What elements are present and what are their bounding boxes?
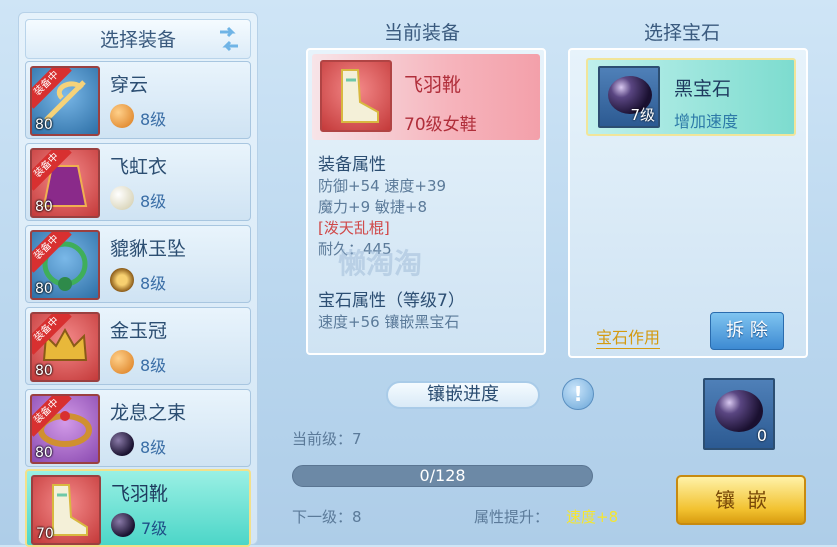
gem-name: 黑宝石	[674, 78, 732, 100]
info-icon[interactable]: !	[562, 378, 594, 410]
equipment-thumbnail: 装备中 80	[30, 148, 100, 218]
equipment-list-panel: 选择装备 装备中 80 穿云 8级 装备中 80 飞虹衣 8级 装备中 80 貔…	[18, 12, 258, 547]
equipment-name: 龙息之束	[110, 402, 187, 424]
boots-icon	[341, 69, 379, 123]
gem-slot-icon	[110, 432, 134, 456]
equipment-list-title-text: 选择装备	[99, 29, 176, 51]
black-gem-icon	[715, 390, 763, 432]
equipment-name: 穿云	[110, 74, 149, 96]
gem-slot-icon	[110, 104, 134, 128]
bonus-label: 属性提升：	[474, 508, 550, 526]
current-level-label: 当前级：7	[292, 430, 362, 448]
current-equipment-panel: 飞羽靴 70级女鞋 装备属性 防御+54 速度+39 魔力+9 敏捷+8 [泼天…	[306, 48, 546, 355]
equipment-attributes-title: 装备属性	[318, 155, 386, 175]
gem-card-level: 7级	[630, 106, 655, 124]
equipment-list-title: 选择装备	[25, 19, 251, 59]
equipment-item[interactable]: 装备中 80 龙息之束 8级	[25, 389, 251, 467]
equipment-item[interactable]: 装备中 80 飞虹衣 8级	[25, 143, 251, 221]
gem-slot-icon	[111, 513, 135, 537]
equipment-thumbnail: 装备中 80	[30, 66, 100, 136]
equipment-name: 飞羽靴	[111, 483, 169, 505]
gem-level-text: 8级	[140, 110, 167, 129]
gem-slot-icon	[110, 268, 134, 292]
inlay-progress-title: 镶嵌进度	[386, 381, 540, 409]
equipment-thumbnail: 装备中 80	[30, 230, 100, 300]
equipment-thumbnail: 装备中 80	[30, 394, 100, 464]
equipment-level: 70	[36, 526, 54, 542]
bonus-value: 速度+8	[566, 508, 619, 526]
sort-arrows-icon[interactable]	[216, 26, 242, 54]
next-level-label: 下一级：8	[292, 508, 362, 526]
current-equipment-thumbnail	[320, 60, 392, 132]
gem-thumbnail: 7级	[598, 66, 660, 128]
gem-level-text: 8级	[140, 438, 167, 457]
inlay-progress-text: 0/128	[419, 466, 466, 485]
equipment-item[interactable]: 装备中 80 穿云 8级	[25, 61, 251, 139]
equipment-level: 80	[35, 281, 53, 297]
watermark: 懒淘淘	[338, 247, 423, 280]
current-equipment-name: 飞羽靴	[404, 74, 462, 96]
equipment-item[interactable]: 装备中 80 金玉冠 8级	[25, 307, 251, 385]
gem-card[interactable]: 7级 黑宝石 增加速度	[586, 58, 796, 136]
special-skill: [泼天乱棍]	[318, 219, 390, 237]
equipment-item-selected[interactable]: 70 飞羽靴 7级	[25, 469, 251, 547]
gem-attributes: 宝石属性（等级7） 速度+56 镶嵌黑宝石	[318, 286, 465, 332]
gem-effect: 增加速度	[674, 112, 739, 131]
remove-button[interactable]: 拆 除	[710, 312, 784, 350]
equipment-level: 80	[35, 199, 53, 215]
equipment-name: 飞虹衣	[110, 156, 168, 178]
gem-level-text: 8级	[140, 274, 167, 293]
current-equipment-header: 飞羽靴 70级女鞋	[312, 54, 540, 140]
gem-attribute-line: 速度+56 镶嵌黑宝石	[318, 313, 460, 331]
equipment-level: 80	[35, 445, 53, 461]
equipment-level: 80	[35, 117, 53, 133]
gem-material-slot[interactable]: 0	[703, 378, 775, 450]
gem-level-text: 7级	[141, 519, 168, 538]
equipment-level: 80	[35, 363, 53, 379]
gem-material-count: 0	[756, 426, 767, 445]
attribute-line: 防御+54 速度+39	[318, 177, 447, 195]
gem-level-text: 8级	[140, 192, 167, 211]
inlay-button[interactable]: 镶嵌	[676, 475, 806, 525]
gem-slot-icon	[110, 186, 134, 210]
gem-attributes-title: 宝石属性（等级7）	[318, 291, 465, 311]
attribute-line: 魔力+9 敏捷+8	[318, 198, 427, 216]
gem-level-text: 8级	[140, 356, 167, 375]
select-gem-title: 选择宝石	[644, 22, 721, 44]
inlay-progress-bar: 0/128	[292, 465, 593, 487]
equipment-item[interactable]: 装备中 80 貔貅玉坠 8级	[25, 225, 251, 303]
equipment-thumbnail: 70	[31, 475, 101, 545]
equipment-name: 貔貅玉坠	[110, 238, 187, 260]
current-equipment-title: 当前装备	[384, 22, 461, 44]
gem-selection-panel: 7级 黑宝石 增加速度 宝石作用 拆 除	[568, 48, 808, 358]
gem-effect-link[interactable]: 宝石作用	[596, 324, 661, 349]
equipment-name: 金玉冠	[110, 320, 168, 342]
current-equipment-type: 70级女鞋	[404, 115, 477, 135]
gem-slot-icon	[110, 350, 134, 374]
equipment-thumbnail: 装备中 80	[30, 312, 100, 382]
